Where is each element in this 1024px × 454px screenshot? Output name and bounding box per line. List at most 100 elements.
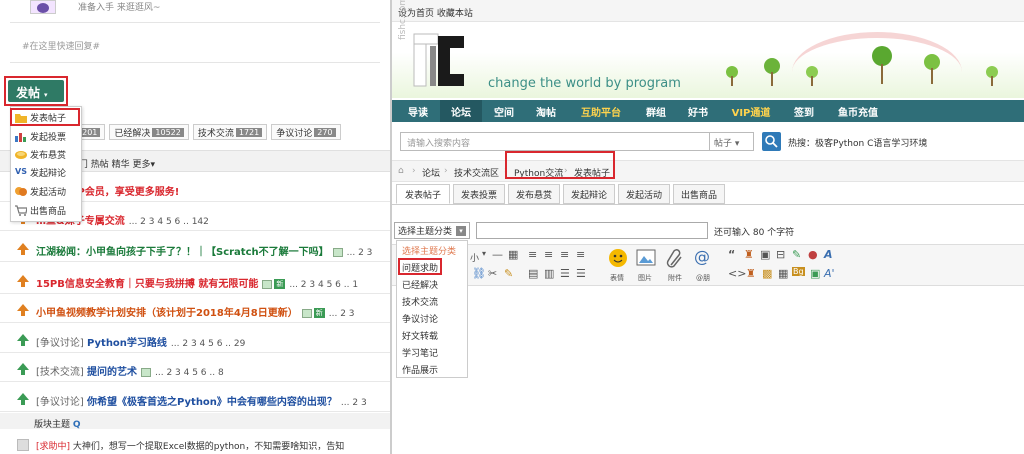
topic-option-help[interactable]: 问题求助 [402,261,438,274]
tab-poll[interactable]: 发表投票 [453,184,505,204]
nav-vip[interactable]: VIP通道 [720,100,782,122]
unlink-icon[interactable]: ✂ [488,267,497,280]
align-right-icon[interactable]: ≡ [560,248,569,261]
thread-tag[interactable]: [求助中] [36,442,70,452]
thread-pages[interactable]: ... 2 3 4 5 6 .. 142 [129,217,209,227]
thread-pages[interactable]: ... 2 3 [347,248,373,258]
avatar[interactable] [30,0,56,14]
menu-item-reward[interactable]: 发布悬赏 [15,146,79,162]
table-row[interactable]: [争议讨论] 你希望《极客首选之Python》中会有哪些内容的出现？ ... 2 … [0,386,390,412]
package-icon[interactable]: ▩ [762,267,772,280]
tab-activity[interactable]: 发起活动 [618,184,670,204]
thread-title[interactable]: 15PB信息安全教育｜只要与我拼搏 就有无限可能 [36,279,258,290]
nav-space[interactable]: 空间 [484,100,524,122]
thread-category[interactable]: [技术交流] [36,367,84,378]
font-size-select[interactable]: 小 [470,251,479,264]
code-icon[interactable]: <> [728,267,746,280]
table-row[interactable]: 15PB信息安全教育｜只要与我拼搏 就有无限可能 新... 2 3 4 5 6 .… [0,268,390,294]
quick-reply-input[interactable]: #在这里快速回复# [22,39,100,52]
top-links[interactable]: 设为首页 收藏本站 [398,6,473,19]
nav-recharge[interactable]: 鱼币充值 [826,100,890,122]
emoji-icon[interactable] [608,248,628,268]
table-icon[interactable]: ▦ [508,248,518,261]
thread-category[interactable]: [争议讨论] [36,397,84,408]
thread-category[interactable]: [争议讨论] [36,338,84,349]
topic-option[interactable]: 已经解决 [402,278,438,291]
record-icon[interactable]: ● [808,248,818,261]
thread-title[interactable]: Python学习路线 [87,338,167,349]
topic-category-select[interactable]: 选择主题分类 ▾ [394,222,470,239]
nav-mutual-help[interactable]: 互助平台 [568,100,634,122]
topic-option[interactable]: 好文转载 [402,329,438,342]
thread-pages[interactable]: ... 2 3 4 5 6 .. 29 [171,339,245,349]
table-row[interactable]: [求助中] 大神们，想写一个提取Excel数据的python，不知需要啥知识，告… [0,434,390,454]
attachment-icon[interactable] [666,249,684,269]
thread-pages[interactable]: ... 2 3 4 5 6 .. 1 [289,280,358,290]
nav-forum[interactable]: 论坛 [440,100,482,122]
font-color-icon[interactable]: A [824,248,833,261]
password-icon[interactable]: ⊟ [776,248,785,261]
search-input[interactable]: 请输入搜索内容 [400,132,710,151]
tab-debate[interactable]: 发起辩论 [563,184,615,204]
tab-sell[interactable]: 出售商品 [673,184,725,204]
table-row[interactable]: 江湖秘闻：小甲鱼向孩子下手了？！｜【Scratch不了解一下吗】 ... 2 3 [0,236,390,262]
thread-pages[interactable]: ... 2 3 [329,309,355,319]
unordered-list-icon[interactable]: ☰ [576,267,586,280]
editor-content-area[interactable] [392,286,1024,454]
nav-groups[interactable]: 群组 [636,100,676,122]
table-row[interactable]: [技术交流] 提问的艺术 ... 2 3 4 5 6 .. 8 [0,356,390,382]
hide-icon[interactable]: ▣ [760,248,770,261]
nav-signin[interactable]: 签到 [784,100,824,122]
lock-icon[interactable]: ♜ [746,267,756,280]
breadcrumb-tech[interactable]: 技术交流区 [454,166,499,179]
horizontal-rule-icon[interactable]: — [492,248,503,261]
thread-title[interactable]: 大神们，想写一个提取Excel数据的python，不知需要啥知识，告知 [73,442,344,452]
topic-option[interactable]: 技术交流 [402,295,438,308]
table-insert-icon[interactable]: ▦ [778,267,788,280]
tab-solved[interactable]: 已经解决 10522 [109,124,189,140]
table-row[interactable]: [争议讨论] Python学习路线 ... 2 3 4 5 6 .. 29 [0,327,390,353]
tab-tech[interactable]: 技术交流 1721 [192,124,268,140]
menu-item-debate[interactable]: VS 发起辩论 [15,164,79,180]
at-icon[interactable]: @ [694,247,710,266]
search-icon[interactable]: Q [73,420,81,430]
topic-option[interactable]: 争议讨论 [402,312,438,325]
search-button[interactable] [762,132,781,151]
thread-title[interactable]: 你希望《极客首选之Python》中会有哪些内容的出现？ [87,397,337,408]
menu-item-sell[interactable]: 出售商品 [15,202,79,218]
clear-format-icon[interactable]: ✎ [504,267,513,280]
thread-title[interactable]: 提问的艺术 [87,367,137,378]
music-icon[interactable]: ▣ [810,267,820,280]
topic-option[interactable]: 作品展示 [402,363,438,376]
quote-icon[interactable]: “ [728,248,735,261]
align-left-icon[interactable]: ≡ [528,248,537,261]
tab-debate[interactable]: 争议讨论 270 [271,124,341,140]
align-justify-icon[interactable]: ≡ [576,248,585,261]
superscript-icon[interactable]: A' [824,267,835,280]
thread-title[interactable]: 小甲鱼视频教学计划安排（该计划于2018年4月8日更新） [36,308,298,319]
topic-option[interactable]: 学习笔记 [402,346,438,359]
topic-option[interactable]: 选择主题分类 [402,244,456,257]
breadcrumb-forum[interactable]: 论坛 [422,166,440,179]
thread-pages[interactable]: ... 2 3 [341,398,367,408]
nav-guide[interactable]: 导读 [398,100,438,122]
float-left-icon[interactable]: ▤ [528,267,538,280]
post-button[interactable]: 发帖 ▾ [8,80,64,102]
image-icon[interactable] [636,249,656,267]
flash-icon[interactable]: ✎ [792,248,801,261]
background-color-icon[interactable]: Bg [792,267,805,276]
ordered-list-icon[interactable]: ☰ [560,267,570,280]
hot-items[interactable]: 极客Python C语言学习环境 [815,139,927,149]
nav-taotie[interactable]: 淘帖 [526,100,566,122]
float-right-icon[interactable]: ▥ [544,267,554,280]
search-type-select[interactable]: 帖子 ▾ [710,132,754,151]
thread-title[interactable]: 江湖秘闻：小甲鱼向孩子下手了？！｜【Scratch不了解一下吗】 [36,247,329,258]
nav-books[interactable]: 好书 [678,100,718,122]
free-content-icon[interactable]: ♜ [744,248,754,261]
table-row[interactable]: 小甲鱼视频教学计划安排（该计划于2018年4月8日更新） 新 ... 2 3 [0,297,390,323]
menu-item-post[interactable]: 发表帖子 [15,109,79,125]
menu-item-activity[interactable]: 发起活动 [15,183,79,199]
tab-post[interactable]: 发表帖子 [396,184,450,204]
chevron-down-icon[interactable]: ▾ [482,249,486,258]
link-icon[interactable]: ⛓ [472,267,486,280]
